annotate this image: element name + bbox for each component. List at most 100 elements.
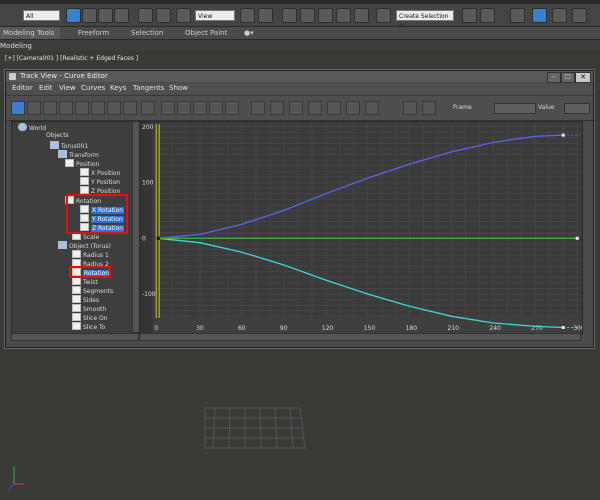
- selection-filter-dropdown[interactable]: All: [23, 10, 60, 21]
- ribbon-tab-modeling[interactable]: Modeling Tools: [0, 27, 60, 39]
- tree-node[interactable]: Object (Torus): [58, 241, 111, 250]
- tree-node[interactable]: Torus001: [50, 141, 88, 150]
- curve-editor-icon[interactable]: [552, 8, 567, 23]
- scale-values-icon[interactable]: [75, 101, 89, 115]
- close-button[interactable]: ✕: [575, 72, 591, 83]
- select-by-name-icon[interactable]: [82, 8, 97, 23]
- show-keyable-icons-icon[interactable]: [422, 101, 436, 115]
- param-curve-out-range-icon[interactable]: [403, 101, 417, 115]
- curve-graph-svg: 2001000-1000306090120150180210240270300: [140, 122, 582, 334]
- linear-tangent-icon[interactable]: [346, 101, 360, 115]
- snaps-toggle-icon[interactable]: [300, 8, 315, 23]
- tree-horizontal-scrollbar[interactable]: [11, 333, 139, 341]
- menu-tangents[interactable]: Tangents: [133, 84, 164, 92]
- frame-tick-label: 180: [406, 325, 418, 332]
- rect-selection-icon[interactable]: [98, 8, 113, 23]
- move-icon[interactable]: [138, 8, 153, 23]
- curve-graph[interactable]: 2001000-1000306090120150180210240270300: [139, 121, 583, 335]
- minimize-button[interactable]: –: [547, 72, 561, 83]
- tree-node[interactable]: Radius 1: [72, 250, 109, 259]
- tree-node[interactable]: Position: [65, 159, 99, 168]
- menu-editor[interactable]: Editor: [12, 84, 33, 92]
- layer-manager-icon[interactable]: [510, 8, 525, 23]
- schematic-view-icon[interactable]: [572, 8, 587, 23]
- track-view-titlebar[interactable]: Track View - Curve Editor – □ ✕: [6, 71, 593, 83]
- tree-node[interactable]: X Position: [80, 168, 120, 177]
- ribbon-tab-object-paint[interactable]: Object Paint: [185, 29, 227, 37]
- window-crossing-icon[interactable]: [114, 8, 129, 23]
- frame-tick-label: 210: [448, 325, 460, 332]
- scale-keys-icon[interactable]: [59, 101, 73, 115]
- tree-node[interactable]: Twist: [72, 277, 98, 286]
- step-tangent-icon[interactable]: [327, 101, 341, 115]
- tree-node[interactable]: Slice To: [72, 322, 105, 331]
- controller-tree: World Objects Torus001 Transform Positio…: [11, 121, 134, 335]
- curve-horizontal-scrollbar[interactable]: [139, 333, 581, 341]
- edit-named-selection-icon[interactable]: [376, 8, 391, 23]
- ribbon-tab-freeform[interactable]: Freeform: [78, 29, 109, 37]
- tree-node[interactable]: Transform: [58, 150, 99, 159]
- tree-node[interactable]: Slice On: [72, 313, 108, 322]
- keyboard-shortcut-icon[interactable]: [282, 8, 297, 23]
- slide-keys-icon[interactable]: [43, 101, 57, 115]
- spinner-snap-icon[interactable]: [354, 8, 369, 23]
- menu-curves[interactable]: Curves: [81, 84, 105, 92]
- frame-tick-label: 300: [573, 325, 582, 332]
- value-field[interactable]: [564, 103, 590, 114]
- smooth-tangent-icon[interactable]: [365, 101, 379, 115]
- slow-tangent-icon[interactable]: [308, 101, 322, 115]
- tree-node[interactable]: Sides: [72, 295, 99, 304]
- fast-tangent-icon[interactable]: [289, 101, 303, 115]
- ribbon-tab-selection[interactable]: Selection: [131, 29, 163, 37]
- filters-icon[interactable]: [11, 101, 25, 115]
- position-icon: [65, 159, 74, 167]
- isolate-curve-icon[interactable]: [225, 101, 239, 115]
- move-keys-icon[interactable]: [27, 101, 41, 115]
- reduce-keys-icon[interactable]: [123, 101, 137, 115]
- menu-edit[interactable]: Edit: [39, 84, 53, 92]
- menu-keys[interactable]: Keys: [110, 84, 126, 92]
- select-object-icon[interactable]: [66, 8, 81, 23]
- spline-tangent-icon[interactable]: [270, 101, 284, 115]
- frame-tick-label: 150: [364, 325, 376, 332]
- zoom-region-icon[interactable]: [209, 101, 223, 115]
- zoom-value-extents-icon[interactable]: [177, 101, 191, 115]
- highlight-object-rotation: [69, 266, 111, 278]
- track-icon: [80, 177, 89, 185]
- tree-node[interactable]: World: [18, 123, 46, 132]
- frame-tick-label: 60: [238, 325, 246, 332]
- rotate-icon[interactable]: [156, 8, 171, 23]
- align-icon[interactable]: [480, 8, 495, 23]
- maximize-button[interactable]: □: [561, 72, 575, 83]
- tree-node[interactable]: Y Position: [80, 177, 120, 186]
- tree-node[interactable]: Smooth: [72, 304, 106, 313]
- key-marker: [575, 236, 579, 240]
- tree-node[interactable]: Objects: [46, 132, 69, 139]
- select-manipulate-icon[interactable]: [258, 8, 273, 23]
- track-icon: [72, 250, 81, 258]
- zoom-horizontal-extents-icon[interactable]: [161, 101, 175, 115]
- menu-show[interactable]: Show: [169, 84, 188, 92]
- viewport-label[interactable]: [+] [Camera001 ] [Realistic + Edged Face…: [5, 55, 138, 62]
- scale-icon[interactable]: [176, 8, 191, 23]
- reference-coord-dropdown[interactable]: View: [195, 10, 235, 21]
- menu-view[interactable]: View: [59, 84, 76, 92]
- auto-tangent-icon[interactable]: [251, 101, 265, 115]
- ribbon-options-icon[interactable]: ●▾: [244, 29, 254, 37]
- pivot-center-icon[interactable]: [240, 8, 255, 23]
- value-tick-label: 200: [142, 124, 154, 131]
- pan-icon[interactable]: [141, 101, 155, 115]
- key-marker: [561, 325, 565, 329]
- frame-field[interactable]: [494, 103, 536, 114]
- modeling-panel-label: Modeling: [0, 42, 32, 50]
- angle-snap-icon[interactable]: [318, 8, 333, 23]
- mirror-icon[interactable]: [462, 8, 477, 23]
- toggle-ribbon-icon[interactable]: [532, 8, 547, 23]
- draw-curves-icon[interactable]: [107, 101, 121, 115]
- percent-snap-icon[interactable]: [336, 8, 351, 23]
- tree-node[interactable]: Segments: [72, 286, 113, 295]
- zoom-icon[interactable]: [193, 101, 207, 115]
- add-keys-icon[interactable]: [91, 101, 105, 115]
- create-selection-set-dropdown[interactable]: Create Selection Se: [396, 10, 454, 31]
- value-label: Value: [538, 104, 555, 111]
